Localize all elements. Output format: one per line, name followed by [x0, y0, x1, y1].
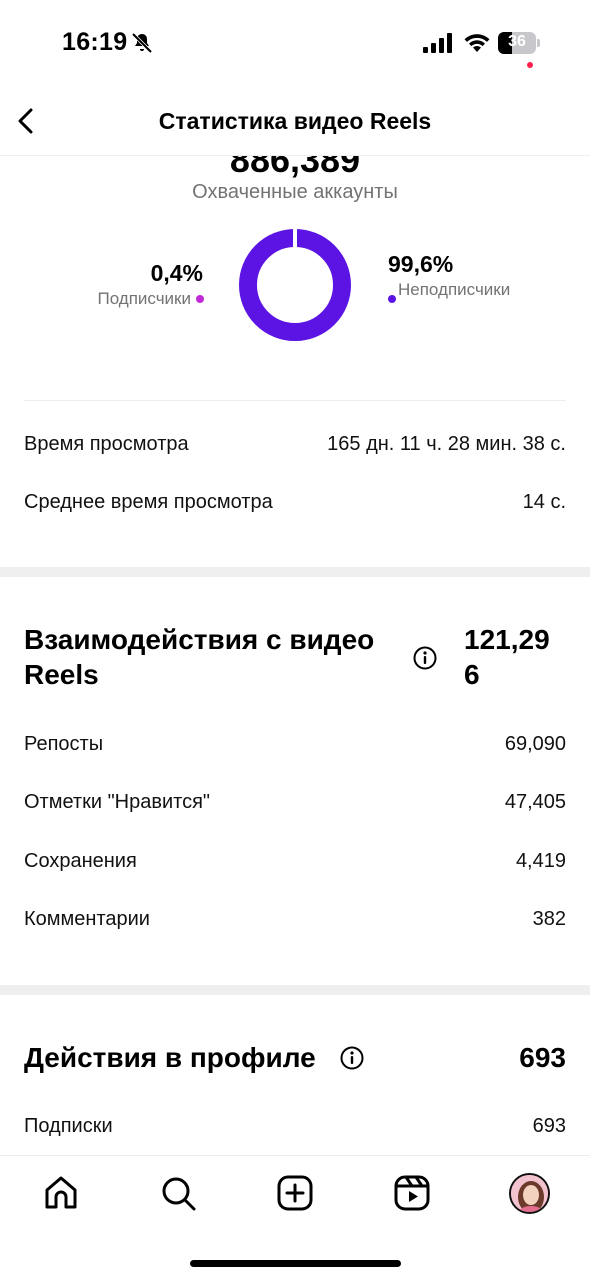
profile-actions-title: Действия в профиле — [24, 1042, 316, 1073]
wifi-icon — [464, 34, 490, 52]
nonfollowers-label: Неподписчики — [398, 280, 511, 299]
header: Статистика видео Reels — [0, 90, 590, 156]
status-time: 16:19 — [62, 28, 128, 56]
section-separator — [0, 567, 590, 577]
list-item: Подписки 693 — [24, 1112, 566, 1140]
section-separator — [0, 985, 590, 995]
profile-avatar[interactable] — [509, 1173, 550, 1214]
nonfollowers-dot — [388, 295, 396, 303]
nonfollowers-legend: Неподписчики — [388, 280, 520, 303]
watch-time-value: 165 дн. 11 ч. 28 мин. 38 с. — [327, 432, 566, 455]
interactions-title: Взаимодействия с видео Reels — [24, 624, 375, 690]
follows-label: Подписки — [24, 1114, 113, 1137]
comments-label: Комментарии — [24, 907, 150, 930]
home-indicator — [190, 1260, 401, 1267]
donut-nonfollowers-arc — [239, 229, 351, 341]
divider — [24, 400, 566, 401]
followers-percent: 0,4% — [150, 260, 203, 286]
list-item: Отметки "Нравится" 47,405 — [24, 788, 566, 816]
info-icon[interactable] — [340, 1046, 364, 1070]
battery-icon: 36 — [498, 32, 540, 54]
info-icon[interactable] — [413, 646, 437, 670]
list-item: Комментарии 382 — [24, 905, 566, 933]
avg-watch-time-label: Среднее время просмотра — [24, 490, 273, 513]
list-item: Сохранения 4,419 — [24, 847, 566, 875]
signal-icon — [423, 33, 452, 53]
saves-value: 4,419 — [515, 849, 566, 872]
saves-label: Сохранения — [24, 849, 137, 872]
watch-time-label: Время просмотра — [24, 432, 189, 455]
bell-off-icon — [131, 32, 153, 54]
search-icon[interactable] — [159, 1174, 197, 1212]
create-icon[interactable] — [276, 1174, 314, 1212]
interactions-total: 121,29 6 — [464, 624, 550, 690]
followers-dot — [196, 295, 204, 303]
home-icon[interactable] — [42, 1174, 80, 1212]
avg-watch-time-row: Среднее время просмотра 14 с. — [24, 488, 566, 516]
likes-value: 47,405 — [504, 790, 566, 813]
notification-dot — [527, 62, 533, 68]
follows-value: 693 — [532, 1114, 566, 1137]
page-title: Статистика видео Reels — [158, 108, 432, 134]
avg-watch-time-value: 14 с. — [522, 490, 566, 513]
followers-label: Подписчики — [97, 289, 191, 308]
comments-value: 382 — [532, 907, 566, 930]
followers-legend: Подписчики — [97, 289, 204, 309]
battery-level: 36 — [508, 33, 526, 50]
watch-time-row: Время просмотра 165 дн. 11 ч. 28 мин. 38… — [24, 430, 566, 458]
profile-actions-total: 693 — [519, 1042, 566, 1073]
status-bar: 16:19 36 — [0, 0, 590, 90]
list-item: Репосты 69,090 — [24, 730, 566, 758]
reels-icon[interactable] — [393, 1174, 431, 1212]
audience-donut-chart — [239, 228, 351, 341]
reposts-value: 69,090 — [504, 732, 566, 755]
reposts-label: Репосты — [24, 732, 104, 755]
reach-label: Охваченные аккаунты — [192, 181, 398, 203]
nonfollowers-percent: 99,6% — [388, 251, 454, 277]
likes-label: Отметки "Нравится" — [24, 790, 211, 813]
